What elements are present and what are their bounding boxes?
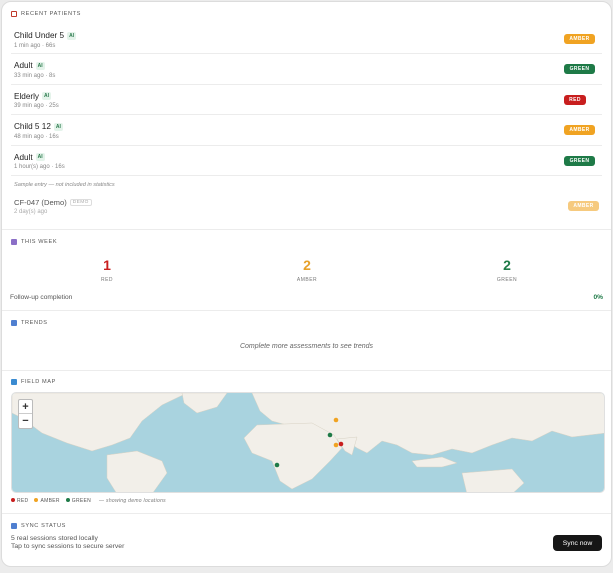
field-map[interactable]: + − <box>11 392 605 493</box>
triage-badge: AMBER <box>568 201 599 211</box>
patient-meta: 33 min ago · 8s <box>14 72 56 79</box>
map-marker-green[interactable] <box>274 462 280 468</box>
map-canvas[interactable] <box>12 393 605 493</box>
clipboard-icon <box>11 11 17 17</box>
section-title: SYNC STATUS <box>21 523 66 529</box>
map-legend: RED AMBER GREEN — showing demo locations <box>11 498 166 504</box>
map-icon <box>11 379 17 385</box>
divider <box>2 370 611 371</box>
section-title: TRENDS <box>21 320 48 326</box>
calendar-icon <box>11 239 17 245</box>
legend-amber: AMBER <box>34 498 59 504</box>
trends-header: TRENDS <box>11 317 602 329</box>
sync-line-1: 5 real sessions stored locally <box>11 535 98 542</box>
ai-badge: AI <box>35 61 45 70</box>
ai-badge: AI <box>35 153 45 162</box>
stat-amber: 2 AMBER <box>277 257 337 283</box>
patient-name: Adult <box>14 152 33 162</box>
stat-value: 2 <box>503 257 511 273</box>
stat-green: 2 GREEN <box>477 257 537 283</box>
sync-status-header: SYNC STATUS <box>11 520 602 532</box>
demo-name: CF-047 (Demo) <box>14 198 67 207</box>
divider <box>2 229 611 230</box>
map-marker-amber[interactable] <box>333 417 339 423</box>
patient-row[interactable]: Child Under 5 AI 1 min ago · 66s AMBER <box>11 24 602 55</box>
patient-meta: 39 min ago · 25s <box>14 103 59 110</box>
sync-icon <box>11 523 17 529</box>
section-title: FIELD MAP <box>21 379 56 385</box>
sync-info: 5 real sessions stored locally Tap to sy… <box>11 535 124 552</box>
zoom-in-button[interactable]: + <box>19 400 32 414</box>
triage-badge: GREEN <box>564 64 595 75</box>
this-week-header: THIS WEEK <box>11 236 602 248</box>
sync-now-button[interactable]: Sync now <box>553 535 602 551</box>
section-title: THIS WEEK <box>21 239 58 245</box>
chart-icon <box>11 320 17 326</box>
triage-badge: GREEN <box>564 155 595 166</box>
sample-note: Sample entry — not included in statistic… <box>14 182 115 188</box>
patient-meta: 48 min ago · 16s <box>14 133 59 140</box>
zoom-out-button[interactable]: − <box>19 414 32 428</box>
demo-meta: 2 day(s) ago <box>14 209 48 215</box>
stat-red: 1 RED <box>77 257 137 283</box>
field-map-header: FIELD MAP <box>11 376 602 388</box>
patient-row[interactable]: Elderly AI 39 min ago · 25s RED <box>11 85 602 116</box>
stat-label: RED <box>100 277 114 283</box>
patient-name: Child 5 12 <box>14 122 51 132</box>
sync-line-2: Tap to sync sessions to secure server <box>11 543 125 551</box>
demo-row[interactable]: CF-047 (Demo) DEMO 2 day(s) ago AMBER <box>11 192 602 222</box>
ai-badge: AI <box>53 122 63 131</box>
stat-label: GREEN <box>496 277 518 283</box>
trends-empty-message: Complete more assessments to see trends <box>239 343 374 350</box>
legend-green: GREEN <box>65 498 91 504</box>
patient-list: Child Under 5 AI 1 min ago · 66s AMBER Ad… <box>11 24 602 176</box>
triage-badge: AMBER <box>564 34 595 44</box>
demo-tag: DEMO <box>69 199 92 206</box>
legend-red: RED <box>11 498 28 504</box>
map-marker-green[interactable] <box>327 432 333 438</box>
map-marker-red[interactable] <box>338 441 344 447</box>
patient-meta: 1 hour(s) ago · 16s <box>14 164 65 171</box>
divider <box>2 310 611 311</box>
zoom-control: + − <box>18 399 33 429</box>
patient-row[interactable]: Child 5 12 AI 48 min ago · 16s AMBER <box>11 115 602 146</box>
stat-value: 1 <box>103 257 111 273</box>
followup-label: Follow-up completion <box>10 294 73 301</box>
recent-patients-header: RECENT PATIENTS <box>11 8 602 20</box>
patient-name: Adult <box>14 61 33 71</box>
section-title: RECENT PATIENTS <box>21 11 81 17</box>
ai-badge: AI <box>42 92 52 101</box>
patient-row[interactable]: Adult AI 1 hour(s) ago · 16s GREEN <box>11 146 602 176</box>
stat-value: 2 <box>303 257 311 273</box>
map-marker-amber[interactable] <box>333 442 339 448</box>
triage-badge: AMBER <box>564 125 595 136</box>
dashboard-panel: RECENT PATIENTS Child Under 5 AI 1 min ag… <box>1 1 612 567</box>
patient-meta: 1 min ago · 66s <box>14 42 56 49</box>
divider <box>2 513 611 514</box>
followup-value: 0% <box>593 294 603 301</box>
ai-badge: AI <box>67 31 77 40</box>
patient-row[interactable]: Adult AI 33 min ago · 8s GREEN <box>11 54 602 85</box>
stat-label: AMBER <box>296 277 318 283</box>
triage-badge: RED <box>564 94 586 105</box>
legend-note: — showing demo locations <box>99 498 166 504</box>
patient-name: Elderly <box>14 91 40 101</box>
patient-name: Child Under 5 <box>14 31 65 40</box>
